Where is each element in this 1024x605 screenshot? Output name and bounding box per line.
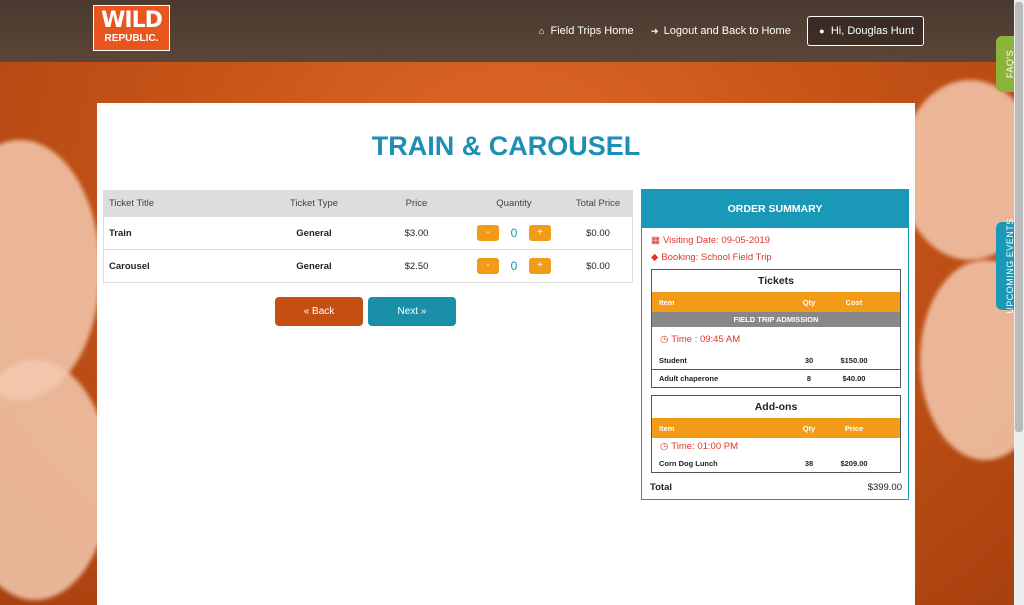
sign-out-icon: ➜ [650,25,659,36]
user-icon: ● [819,26,825,36]
user-menu-button[interactable]: ● Hi, Douglas Hunt [806,16,924,46]
decrease-quantity-button[interactable]: - [477,225,499,241]
list-item: Corn Dog Lunch 38 $209.00 [652,454,900,472]
clock-icon: ◷ [660,334,669,345]
col-item: Item [659,423,675,433]
header-quantity: Quantity [496,198,532,209]
increase-quantity-button[interactable]: + [529,258,551,274]
col-qty: Qty [802,423,816,433]
table-row: Train General $3.00 - 0 + $0.00 [104,216,632,249]
ticket-icon: ◆ [651,252,659,263]
item-name: Student [659,356,687,365]
header-ticket-title: Ticket Title [109,198,155,209]
order-summary: ORDER SUMMARY ▦ Visiting Date: 09-05-201… [641,189,909,500]
main-card: TRAIN & CAROUSEL Ticket Title Ticket Typ… [97,103,915,605]
top-nav: ⌂ Field Trips Home ➜ Logout and Back to … [537,16,924,46]
ticket-table: Ticket Title Ticket Type Price Quantity … [103,190,633,283]
ticket-type: General [296,260,332,272]
nav-home-label: Field Trips Home [550,25,634,37]
addons-box: Add-ons Item Qty Price ◷ Time: 01:00 PM … [651,395,901,473]
order-summary-title: ORDER SUMMARY [642,190,908,228]
list-item: Adult chaperone 8 $40.00 [652,369,900,387]
quantity-stepper: - 0 + [464,225,564,241]
col-item: Item [659,297,675,307]
order-total: Total $399.00 [650,482,902,493]
addon-time-text: Time: 01:00 PM [671,440,738,452]
visiting-date-text: Visiting Date: 09-05-2019 [662,235,771,246]
page-title: TRAIN & CAROUSEL [371,131,641,161]
booking-text: Booking: School Field Trip [661,252,772,263]
ticket-total: $0.00 [586,260,610,272]
header-price: Price [405,198,428,209]
total-label: Total [650,482,672,493]
quantity-stepper: - 0 + [464,258,564,274]
logo-text: WILD [101,8,163,33]
header-total-price: Total Price [575,198,621,209]
item-qty: 8 [806,374,812,383]
table-header: Ticket Title Ticket Type Price Quantity … [104,191,632,216]
col-qty: Qty [802,297,816,307]
logo-subtext: REPUBLIC. [104,33,159,44]
back-button[interactable]: « Back [275,297,363,326]
list-item: Student 30 $150.00 [652,352,900,369]
user-name: Hi, Douglas Hunt [830,25,914,37]
scrollbar-thumb[interactable] [1015,2,1023,432]
clock-icon: ◷ [660,440,669,452]
decrease-quantity-button[interactable]: - [477,258,499,274]
ticket-time-text: Time : 09:45 AM [671,334,741,345]
ticket-total: $0.00 [586,227,610,239]
item-cost: $40.00 [842,374,866,383]
section-bar: FIELD TRIP ADMISSION [652,312,900,327]
ticket-title: Carousel [109,260,150,272]
visiting-date: ▦ Visiting Date: 09-05-2019 [651,235,908,246]
item-name: Corn Dog Lunch [659,458,718,468]
ticket-price: $3.00 [404,227,429,239]
ticket-price: $2.50 [404,260,429,272]
ticket-title: Train [109,227,132,239]
tickets-columns: Item Qty Cost [652,292,900,312]
addon-time: ◷ Time: 01:00 PM [652,438,900,454]
calendar-icon: ▦ [651,235,660,246]
nav-field-trips-home[interactable]: ⌂ Field Trips Home [537,25,634,37]
page-scrollbar[interactable] [1014,0,1024,605]
total-value: $399.00 [867,482,902,493]
col-cost: Cost [845,297,863,307]
quantity-value[interactable]: 0 [507,259,521,273]
booking-type: ◆ Booking: School Field Trip [651,252,908,263]
item-name: Adult chaperone [659,374,719,383]
addons-title: Add-ons [754,401,798,413]
item-price: $209.00 [840,458,868,468]
increase-quantity-button[interactable]: + [529,225,551,241]
cloud-decoration [0,140,100,400]
wild-republic-logo[interactable]: WILD REPUBLIC. [93,5,170,51]
tickets-box: Tickets Item Qty Cost FIELD TRIP ADMISSI… [651,269,901,388]
tickets-title: Tickets [758,275,794,287]
header-ticket-type: Ticket Type [289,198,339,209]
next-button[interactable]: Next » [368,297,456,326]
home-icon: ⌂ [538,26,545,36]
ticket-time: ◷ Time : 09:45 AM [652,327,900,352]
item-cost: $150.00 [840,356,868,365]
item-qty: 30 [804,356,814,365]
col-price: Price [844,423,864,433]
ticket-type: General [296,227,332,239]
item-qty: 38 [804,458,814,468]
addons-columns: Item Qty Price [652,418,900,438]
nav-logout-label: Logout and Back to Home [663,25,791,37]
table-row: Carousel General $2.50 - 0 + $0.00 [104,249,632,282]
quantity-value[interactable]: 0 [507,226,521,240]
nav-logout[interactable]: ➜ Logout and Back to Home [650,25,791,37]
cloud-decoration [0,360,110,600]
